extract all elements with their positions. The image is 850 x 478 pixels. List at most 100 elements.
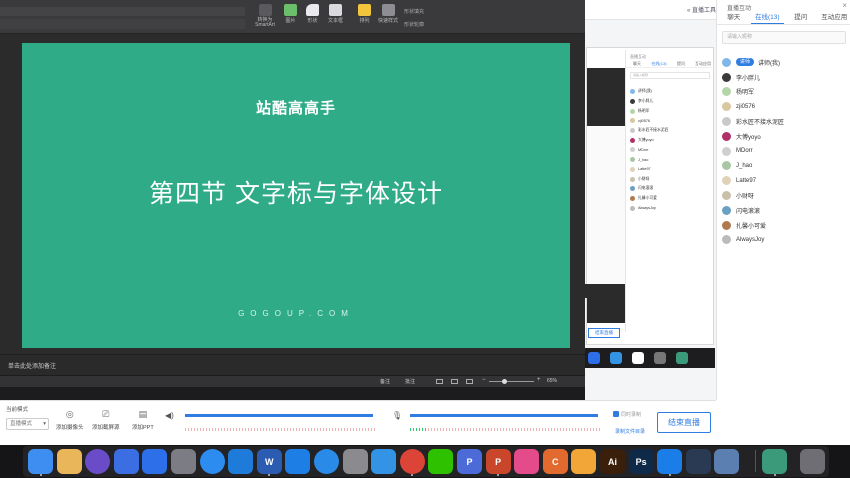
user-row[interactable]: zji0576 [722, 99, 847, 114]
running-indicator [668, 474, 671, 476]
speaker-icon[interactable]: ◀) [165, 411, 174, 420]
mic-level-active [410, 428, 426, 431]
preview-user-row: 扎馨小可爱 [630, 194, 712, 204]
tab-online[interactable]: 在线(13) [750, 12, 784, 24]
avatar [722, 161, 731, 171]
system-prefs-icon[interactable] [342, 449, 368, 474]
tab-chat[interactable]: 聊天 [717, 12, 751, 24]
microphone-icon[interactable]: 🎙 [392, 411, 402, 420]
preview-tab-chat: 聊天 [633, 61, 641, 66]
avatar [722, 205, 731, 215]
notes-pane[interactable]: 单击此处添加备注 [0, 354, 585, 375]
chrome-icon[interactable] [399, 449, 425, 474]
pp-app-icon[interactable]: P [457, 449, 482, 474]
user-row[interactable]: MDorr [722, 144, 847, 159]
notes-icon[interactable] [56, 449, 82, 474]
add-screen-button[interactable]: ⎚ 添加截屏源 [92, 409, 120, 431]
textbox-button[interactable]: 文本框 [328, 4, 343, 24]
preview-search: 请输入昵称 [630, 72, 710, 79]
user-name: J_hao [736, 162, 753, 169]
illustrator-icon[interactable]: Ai [600, 449, 625, 474]
user-row[interactable]: AlwaysJoy [722, 233, 847, 248]
slide[interactable]: 站酷高高手 第四节 文字标与字体设计 GOGOUP.COM [22, 43, 570, 348]
sketch-icon[interactable] [571, 449, 597, 474]
chat-panel-title: 直播互动 [727, 6, 752, 12]
keynote-icon[interactable] [228, 449, 254, 474]
preview-user-row: Latte97 [630, 165, 712, 175]
tab-questions[interactable]: 提问 [784, 12, 818, 24]
sorter-view-icon[interactable] [451, 379, 458, 384]
record-dir-link[interactable]: 录制文件目录 [615, 428, 645, 435]
screen-app-icon[interactable] [762, 449, 787, 474]
normal-view-icon[interactable] [436, 379, 443, 384]
user-row[interactable]: 大傅yoyo [722, 129, 847, 144]
powerpoint-icon[interactable]: P [485, 449, 511, 474]
close-icon[interactable]: × [842, 1, 847, 10]
user-row[interactable]: J_hao [722, 159, 847, 174]
shape-outline-button[interactable]: 形状轮廓 [404, 21, 424, 28]
picture-button[interactable]: 图片 [284, 4, 297, 24]
quick-style-button[interactable]: 快速样式 [378, 4, 398, 24]
paperplane-icon[interactable] [371, 449, 397, 474]
user-row[interactable]: Latte97 [722, 173, 847, 188]
slide-brand: 站酷高高手 [255, 100, 336, 117]
add-ppt-button[interactable]: ▤ 添加PPT [132, 409, 154, 431]
arrange-button[interactable]: 排列 [358, 4, 371, 24]
lanhu-icon[interactable] [657, 449, 683, 474]
user-row[interactable]: 李小胖儿 [722, 70, 847, 85]
shape-button[interactable]: 形状 [306, 4, 319, 24]
launchpad-icon[interactable] [171, 449, 196, 474]
notes-toggle[interactable]: 备注 [380, 378, 390, 385]
chart-app-icon[interactable] [113, 449, 139, 474]
shield-app-icon[interactable] [142, 449, 168, 474]
user-name: 讲师(我) [758, 60, 781, 67]
mode-label: 当前模式 [6, 407, 29, 413]
word-icon[interactable]: W [256, 449, 282, 474]
search-input[interactable]: 请输入昵称 [722, 31, 846, 44]
preview-dock-icon [676, 352, 688, 364]
picture-icon [284, 4, 297, 16]
picture-label: 图片 [285, 18, 296, 24]
mode-select[interactable]: 直播模式 ▾ [6, 418, 49, 430]
finder-icon[interactable] [28, 449, 53, 474]
user-row[interactable]: 杨明军 [722, 85, 847, 100]
preview-user-row: MDorr [630, 145, 712, 155]
slide-title: 第四节 文字标与字体设计 [149, 180, 443, 208]
preview-user-row: 小财呀 [630, 174, 712, 184]
c-app-icon[interactable]: C [542, 449, 568, 474]
zoom-out-button[interactable]: − [482, 377, 486, 383]
end-live-button[interactable]: 结束直播 [657, 412, 711, 433]
speaker-volume-fill [185, 414, 373, 417]
preview-ppt-slide [587, 126, 625, 296]
qq-browser-icon[interactable] [514, 449, 540, 474]
cloud-app-icon[interactable] [285, 449, 311, 474]
reading-view-icon[interactable] [466, 379, 473, 384]
zoom-slider-knob[interactable] [502, 379, 507, 384]
user-row[interactable]: 讲师 讲师(我) [722, 55, 847, 70]
user-row[interactable]: 扎馨小可爱 [722, 218, 847, 233]
tab-interactive-apps[interactable]: 互动应用 [818, 12, 850, 24]
record-checkbox[interactable] [613, 411, 619, 417]
baidu-netdisk-icon[interactable] [199, 449, 225, 474]
user-row[interactable]: 彩水匠不接水泥匠 [722, 114, 847, 129]
toolbox-link[interactable]: « 直播工具 [687, 5, 716, 14]
photoshop-icon[interactable]: Ps [628, 449, 654, 474]
add-camera-button[interactable]: ◎ 添加摄像头 [56, 409, 84, 431]
user-row[interactable]: 小财呀 [722, 188, 847, 203]
mic-volume-slider[interactable] [410, 414, 598, 417]
safari-icon[interactable] [314, 449, 339, 474]
shape-fill-button[interactable]: 形状填充 [404, 8, 424, 15]
wechat-icon[interactable] [428, 449, 454, 474]
trash-icon[interactable] [800, 449, 825, 474]
preview-app-icon[interactable] [714, 449, 740, 474]
user-row[interactable]: 闪电滚滚 [722, 203, 847, 218]
steam-icon[interactable] [685, 449, 711, 474]
preview-avatar [630, 137, 635, 143]
user-name: Latte97 [736, 177, 757, 184]
zoom-in-button[interactable]: + [537, 377, 541, 383]
zoom-slider[interactable] [489, 381, 534, 382]
smartart-button[interactable]: 转换为 SmartArt [252, 4, 278, 28]
speaker-volume-slider[interactable] [185, 414, 373, 417]
avatar [722, 191, 731, 201]
comments-toggle[interactable]: 批注 [405, 378, 415, 385]
